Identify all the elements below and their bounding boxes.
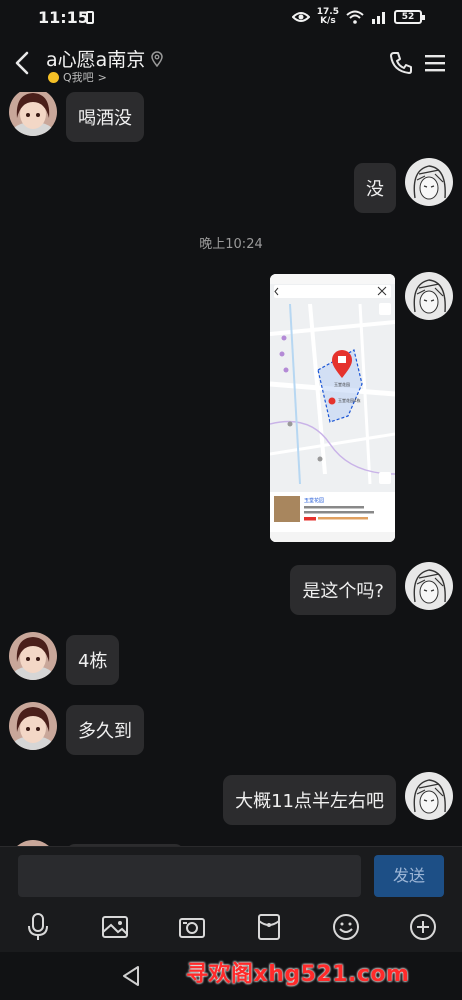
wifi-icon: [346, 10, 364, 24]
message-bubble[interactable]: 多久到: [66, 705, 144, 755]
message-bubble[interactable]: 喝酒没: [66, 92, 144, 142]
contact-status-text: Q我吧: [63, 71, 94, 84]
watermark-text: 寻欢阁xhg521.com: [186, 962, 410, 987]
red-packet-icon[interactable]: [254, 912, 284, 942]
message-bubble[interactable]: 没: [354, 163, 396, 213]
contact-avatar[interactable]: [9, 702, 57, 750]
network-speed-unit: K/s: [320, 16, 336, 26]
message-input[interactable]: [18, 855, 361, 897]
message-bubble[interactable]: 是这个吗?: [290, 565, 396, 615]
phone-call-icon[interactable]: [388, 50, 414, 76]
emoji-icon[interactable]: [331, 912, 361, 942]
my-avatar[interactable]: [405, 272, 453, 320]
my-avatar[interactable]: [405, 562, 453, 610]
chevron-right-icon: >: [97, 70, 107, 84]
map-pin-label: 玉堂花园: [334, 381, 350, 387]
network-speed: 17.5 K/s: [317, 8, 339, 26]
contact-avatar[interactable]: [9, 92, 57, 136]
notification-icon: [86, 11, 94, 24]
signal-icon: [372, 12, 385, 24]
nav-back-icon[interactable]: [120, 964, 142, 988]
contact-status[interactable]: Q我吧 >: [48, 69, 107, 85]
map-pin2-label: 玉堂花园4栋: [338, 397, 361, 403]
map-place-name: 玉堂花园: [304, 497, 324, 504]
message-bubble[interactable]: 4栋: [66, 635, 120, 685]
menu-icon[interactable]: [424, 52, 446, 74]
message-timestamp: 晚上10:24: [199, 237, 263, 252]
my-avatar[interactable]: [405, 158, 453, 206]
contact-name-text: a心愿a南京: [46, 49, 146, 71]
plus-icon[interactable]: [408, 912, 438, 942]
contact-name[interactable]: a心愿a南京: [46, 45, 164, 72]
camera-icon[interactable]: [177, 912, 207, 942]
status-time: 11:15: [38, 8, 89, 27]
mic-icon[interactable]: [23, 912, 53, 942]
status-bar: 11:15 17.5 K/s 52: [0, 0, 462, 36]
eye-icon: [291, 12, 310, 22]
map-screenshot-image[interactable]: 玉堂花园 玉堂花园4栋 玉堂花园: [270, 274, 395, 542]
my-avatar[interactable]: [405, 772, 453, 820]
chat-header: a心愿a南京 Q我吧 >: [0, 36, 462, 92]
input-bar: 发送: [0, 846, 462, 902]
smile-emoji-icon: [48, 71, 59, 83]
status-icons: 17.5 K/s 52: [291, 8, 425, 26]
image-icon[interactable]: [100, 912, 130, 942]
send-button[interactable]: 发送: [374, 855, 444, 897]
contact-avatar[interactable]: [9, 632, 57, 680]
message-list[interactable]: 喝酒没 没 晚上10:24 玉堂花园 玉堂花园4栋 玉堂花园 是这个吗? 4栋 …: [0, 92, 462, 846]
location-pin-icon: [151, 50, 164, 67]
battery-icon: 52: [394, 10, 425, 24]
message-bubble[interactable]: 大概11点半左右吧: [223, 775, 396, 825]
input-toolbar: [0, 902, 462, 952]
back-arrow-icon[interactable]: [12, 50, 34, 76]
